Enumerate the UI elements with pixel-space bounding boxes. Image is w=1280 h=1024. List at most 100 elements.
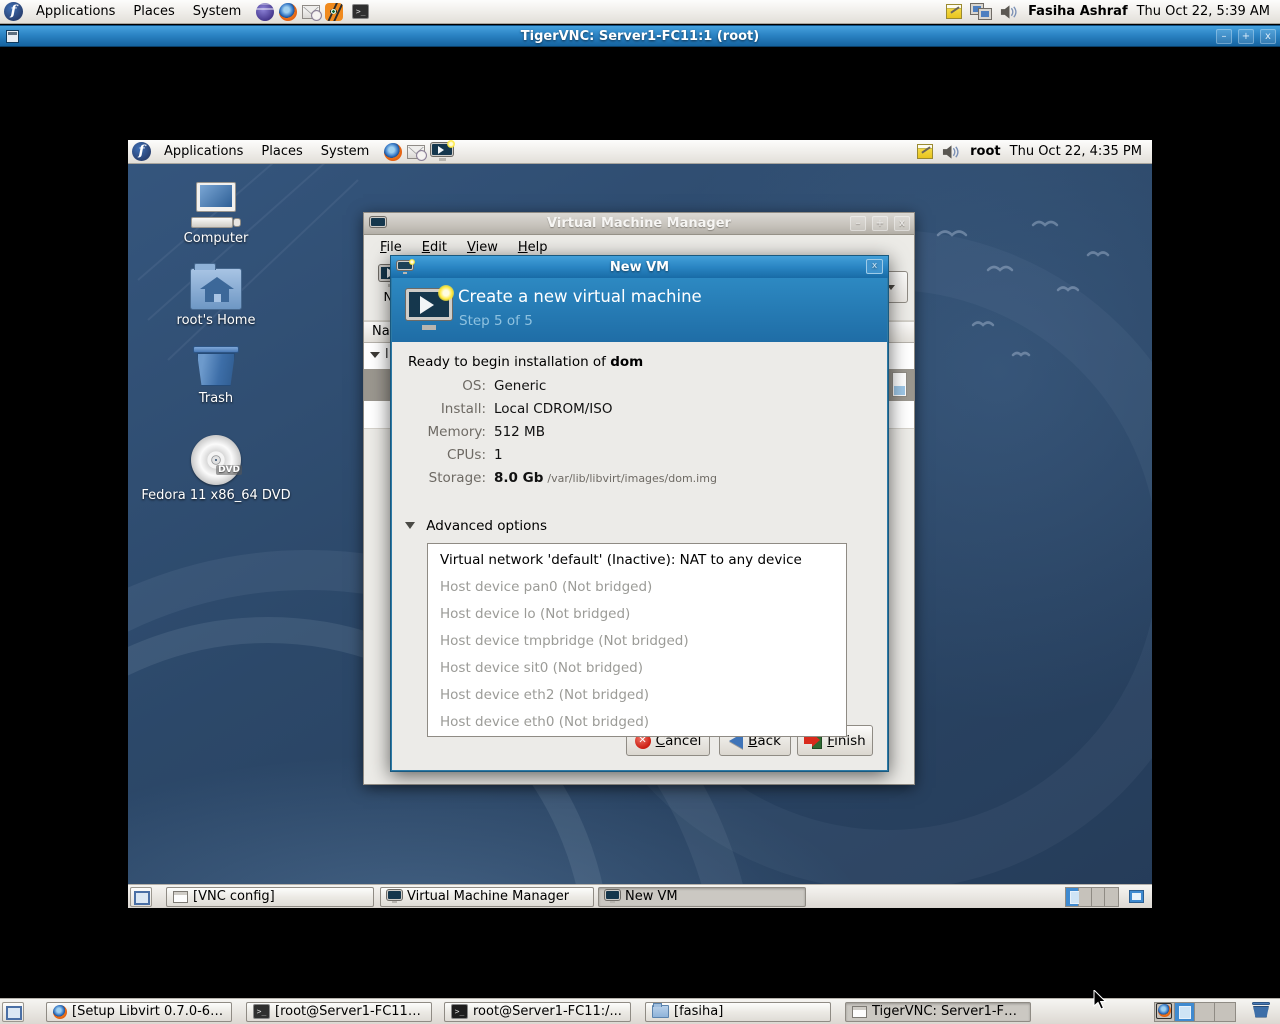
network-monitors-icon[interactable] (971, 4, 991, 19)
host-top-panel: f Applications Places System >_ Fasiha A… (0, 0, 1280, 24)
virt-manager-launcher-icon[interactable] (431, 143, 453, 161)
fedora-logo-icon[interactable]: f (4, 2, 23, 21)
remote-top-panel: f Applications Places System root Thu Oc… (128, 140, 1152, 164)
list-item: Host device lo (Not bridged) (428, 601, 846, 628)
volume-icon[interactable] (1000, 4, 1019, 20)
new-vm-dialog: New VM x Create a new virtual machine St… (390, 255, 889, 772)
workspace-4[interactable] (1215, 1003, 1235, 1021)
workspace-2[interactable] (1079, 888, 1092, 906)
host-menu-places[interactable]: Places (124, 4, 183, 19)
eclipse-launcher-icon[interactable] (256, 3, 274, 21)
taskbar-item-vmm[interactable]: Virtual Machine Manager (380, 887, 594, 907)
remote-menu-system[interactable]: System (312, 144, 378, 159)
host-screen: f Applications Places System >_ Fasiha A… (0, 0, 1280, 1024)
workspace-1[interactable] (1155, 1003, 1175, 1021)
list-item: Host device pan0 (Not bridged) (428, 574, 846, 601)
workspace-4[interactable] (1105, 888, 1118, 906)
workspace-switcher (1065, 887, 1119, 907)
vnc-window-titlebar[interactable]: TigerVNC: Server1-FC11:1 (root) – + x (0, 25, 1280, 47)
vmm-icon (605, 890, 620, 903)
new-vm-titlebar[interactable]: New VM x (391, 256, 888, 278)
maximize-button[interactable]: + (1238, 29, 1254, 44)
menu-view[interactable]: View (457, 238, 508, 257)
desktop-icon-label: root's Home (131, 313, 301, 329)
menu-edit[interactable]: Edit (412, 238, 457, 257)
host-menu-applications[interactable]: Applications (27, 4, 124, 19)
storage-path: /var/lib/libvirt/images/dom.img (547, 472, 717, 485)
summary-row-cpus: CPUs: 1 (408, 447, 868, 467)
terminal-icon: >_ (253, 1004, 270, 1019)
list-item: Host device tmpbridge (Not bridged) (428, 628, 846, 655)
summary-row-memory: Memory: 512 MB (408, 424, 868, 444)
workspace-3[interactable] (1092, 888, 1105, 906)
remote-menu-places[interactable]: Places (252, 144, 311, 159)
cpu-graph-cell (892, 372, 907, 397)
taskbar-item-fasiha-folder[interactable]: [fasiha] (645, 1002, 831, 1022)
firefox-icon (53, 1005, 67, 1019)
desktop-icon-label: Fedora 11 x86_64 DVD (141, 488, 291, 504)
vmm-titlebar[interactable]: Virtual Machine Manager – + x (364, 213, 914, 235)
remote-username[interactable]: root (970, 144, 1001, 159)
host-username[interactable]: Fasiha Ashraf (1028, 4, 1128, 19)
notes-applet-icon[interactable] (946, 4, 962, 19)
vm-name: dom (610, 354, 643, 370)
taskbar-item-new-vm[interactable]: New VM (598, 887, 806, 907)
remote-menu-applications[interactable]: Applications (155, 144, 252, 159)
menu-help[interactable]: Help (508, 238, 558, 257)
desktop-icon-trash[interactable]: Trash (131, 344, 301, 407)
taskbar-item-setup-libvirt[interactable]: [Setup Libvirt 0.7.0-6 ... (46, 1002, 232, 1022)
summary-row-storage: Storage: 8.0 Gb/var/lib/libvirt/images/d… (408, 470, 868, 490)
vmm-window-title: Virtual Machine Manager (364, 216, 914, 231)
desktop-icon-dvd[interactable]: DVD Fedora 11 x86_64 DVD (131, 435, 301, 504)
host-taskbar: [Setup Libvirt 0.7.0-6 ... >_ [root@Serv… (0, 998, 1280, 1024)
maximize-button[interactable]: + (872, 216, 888, 231)
close-button[interactable]: x (1260, 29, 1276, 44)
create-vm-icon (406, 289, 452, 331)
desktop-icon-label: Trash (131, 391, 301, 407)
window-list-icon[interactable] (1129, 890, 1144, 903)
advanced-options-expander[interactable]: Advanced options (405, 518, 547, 534)
taskbar-item-terminal-2[interactable]: >_ root@Server1-FC11:/... (444, 1002, 631, 1022)
terminal-launcher-icon[interactable]: >_ (352, 4, 369, 19)
remote-taskbar: [VNC config] Virtual Machine Manager New… (128, 884, 1152, 908)
home-folder-icon (190, 268, 242, 310)
network-device-list: Virtual network 'default' (Inactive): NA… (427, 543, 847, 737)
trash-applet[interactable] (1252, 1001, 1270, 1023)
list-item[interactable]: Virtual network 'default' (Inactive): NA… (428, 547, 846, 574)
taskbar-item-vnc-config[interactable]: [VNC config] (166, 887, 374, 907)
dvd-disc-icon: DVD (188, 435, 244, 485)
close-button[interactable]: x (894, 216, 910, 231)
list-item: Host device eth2 (Not bridged) (428, 682, 846, 709)
fedora-logo-icon[interactable]: f (132, 142, 151, 161)
workspace-1[interactable] (1066, 888, 1079, 906)
host-clock[interactable]: Thu Oct 22, 5:39 AM (1137, 4, 1270, 19)
taskbar-item-tigervnc[interactable]: TigerVNC: Server1-FC... (845, 1002, 1031, 1022)
new-vm-title: New VM (391, 260, 888, 275)
taskbar-item-terminal-1[interactable]: >_ [root@Server1-FC11:~] (246, 1002, 432, 1022)
desktop-icon-home[interactable]: root's Home (131, 268, 301, 329)
evolution-launcher-icon[interactable] (302, 5, 320, 19)
show-desktop-button[interactable] (130, 887, 152, 907)
remote-clock[interactable]: Thu Oct 22, 4:35 PM (1010, 144, 1142, 159)
list-item: Host device eth0 (Not bridged) (428, 709, 846, 736)
notes-applet-icon[interactable] (917, 144, 933, 159)
firefox-launcher-icon[interactable] (384, 143, 402, 161)
close-button[interactable]: x (866, 259, 883, 274)
volume-icon[interactable] (942, 144, 961, 160)
workspace-3[interactable] (1195, 1003, 1215, 1021)
evolution-launcher-icon[interactable] (407, 145, 425, 159)
tigervnc-launcher-icon[interactable] (325, 3, 343, 21)
minimize-button[interactable]: – (850, 216, 866, 231)
folder-icon (652, 1005, 669, 1018)
desktop-icon-label: Computer (131, 231, 301, 247)
trash-icon (193, 344, 239, 388)
summary-heading: Ready to begin installation of dom (408, 354, 643, 370)
vnc-viewport: f Applications Places System root Thu Oc… (0, 47, 1280, 998)
menu-file[interactable]: File (370, 238, 412, 257)
minimize-button[interactable]: – (1216, 29, 1232, 44)
host-menu-system[interactable]: System (184, 4, 250, 19)
workspace-2[interactable] (1175, 1003, 1195, 1021)
show-desktop-button[interactable] (2, 1002, 24, 1022)
firefox-launcher-icon[interactable] (279, 3, 297, 21)
desktop-icon-computer[interactable]: Computer (131, 182, 301, 247)
